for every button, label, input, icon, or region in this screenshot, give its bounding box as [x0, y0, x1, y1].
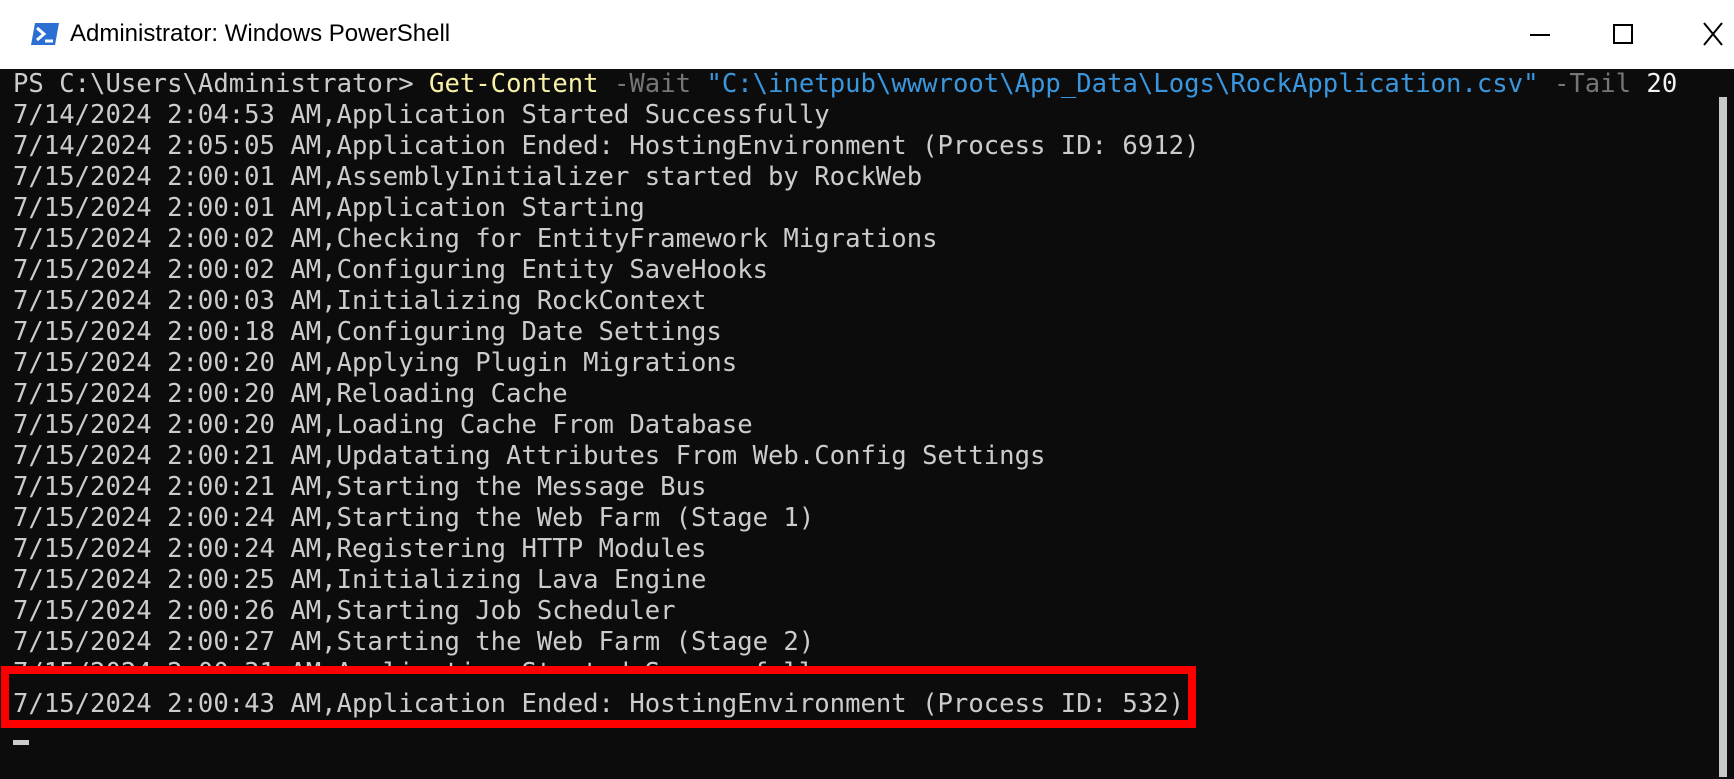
minimize-icon: [1530, 34, 1550, 36]
log-line: 7/14/2024 2:05:05 AM,Application Ended: …: [13, 131, 1200, 161]
vertical-scrollbar[interactable]: [1712, 69, 1734, 779]
log-line: 7/15/2024 2:00:20 AM,Loading Cache From …: [13, 410, 753, 440]
log-line: 7/15/2024 2:00:01 AM,Application Startin…: [13, 193, 645, 223]
command-line: PS C:\Users\Administrator> Get-Content -…: [13, 69, 1677, 100]
powershell-icon: [30, 22, 60, 46]
log-line: 7/15/2024 2:00:21 AM,Updatating Attribut…: [13, 441, 1046, 471]
console-output[interactable]: PS C:\Users\Administrator> Get-Content -…: [0, 69, 1712, 779]
log-line: 7/15/2024 2:00:18 AM,Configuring Date Se…: [13, 317, 722, 347]
title-bar[interactable]: Administrator: Windows PowerShell: [0, 0, 1734, 70]
maximize-button[interactable]: [1592, 0, 1662, 69]
wait-parameter: -Wait: [613, 69, 692, 99]
scrollbar-thumb[interactable]: [1719, 97, 1727, 777]
log-line: 7/14/2024 2:04:53 AM,Application Started…: [13, 100, 830, 130]
maximize-icon: [1613, 24, 1633, 44]
log-line: 7/15/2024 2:00:03 AM,Initializing RockCo…: [13, 286, 707, 316]
cmdlet: Get-Content: [429, 69, 599, 99]
tail-parameter: -Tail: [1553, 69, 1631, 99]
log-line: 7/15/2024 2:00:20 AM,Reloading Cache: [13, 379, 568, 409]
log-line: 7/15/2024 2:00:21 AM,Starting the Messag…: [13, 472, 707, 502]
log-line: 7/15/2024 2:00:26 AM,Starting Job Schedu…: [13, 596, 676, 626]
path-argument: "C:\inetpub\wwwroot\App_Data\Logs\RockAp…: [706, 69, 1539, 99]
prompt: PS C:\Users\Administrator>: [13, 69, 430, 99]
window-title: Administrator: Windows PowerShell: [70, 20, 451, 47]
log-line: 7/15/2024 2:00:27 AM,Starting the Web Fa…: [13, 627, 815, 657]
log-line: 7/15/2024 2:00:24 AM,Starting the Web Fa…: [13, 503, 815, 533]
log-line: 7/15/2024 2:00:01 AM,AssemblyInitializer…: [13, 162, 923, 192]
text-cursor: [13, 740, 29, 745]
close-icon: [1703, 22, 1723, 46]
red-highlight-box: [1, 666, 1196, 728]
tail-value: 20: [1646, 69, 1678, 99]
log-line: 7/15/2024 2:00:02 AM,Configuring Entity …: [13, 255, 769, 285]
log-line: 7/15/2024 2:00:02 AM,Checking for Entity…: [13, 224, 938, 254]
minimize-button[interactable]: [1508, 0, 1578, 69]
log-line: 7/15/2024 2:00:24 AM,Registering HTTP Mo…: [13, 534, 707, 564]
log-line: 7/15/2024 2:00:20 AM,Applying Plugin Mig…: [13, 348, 738, 378]
log-line: 7/15/2024 2:00:25 AM,Initializing Lava E…: [13, 565, 707, 595]
scroll-up-arrow-icon[interactable]: [1712, 69, 1734, 91]
close-button[interactable]: [1664, 0, 1734, 69]
powershell-window: Administrator: Windows PowerShell PS C:\…: [0, 0, 1734, 779]
